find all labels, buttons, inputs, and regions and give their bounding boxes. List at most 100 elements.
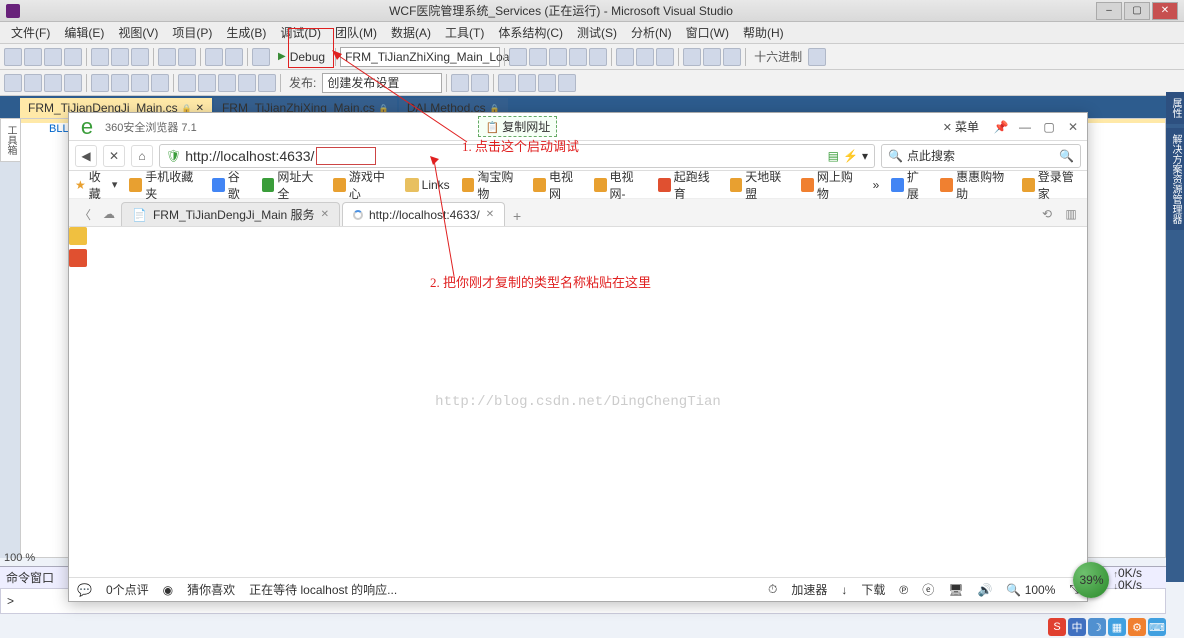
bk-5[interactable]: 淘宝购物 [462, 168, 522, 202]
tb-saveall-icon[interactable] [64, 48, 82, 66]
bk-0[interactable]: 手机收藏夹 [129, 168, 200, 202]
tb2-i19-icon[interactable] [558, 74, 576, 92]
dropdown-icon[interactable]: ▾ [862, 149, 868, 163]
menu-debug[interactable]: 调试(D) [273, 22, 328, 43]
status-comments[interactable]: 0个点评 [106, 581, 149, 598]
side-fav-star-icon[interactable] [69, 227, 87, 245]
tb2-i15-icon[interactable] [471, 74, 489, 92]
tab-list-icon[interactable]: ▥ [1059, 202, 1083, 226]
ime-kb-icon[interactable]: ⌨ [1148, 618, 1166, 636]
menu-build[interactable]: 生成(B) [219, 22, 273, 43]
bk-3[interactable]: 游戏中心 [333, 168, 393, 202]
fav-button[interactable]: ★收藏 ▾ [75, 168, 117, 202]
status-dl[interactable]: 下载 [861, 581, 885, 598]
tb2-i6-icon[interactable] [111, 74, 129, 92]
tab-restore-icon[interactable]: ⟲ [1035, 202, 1059, 226]
tb-paste-icon[interactable] [131, 48, 149, 66]
nav-back-button[interactable]: ◀ [75, 145, 97, 167]
close-tab-icon[interactable]: ✕ [486, 209, 494, 220]
nav-stop-button[interactable]: ✕ [103, 145, 125, 167]
tb2-i9-icon[interactable] [178, 74, 196, 92]
tb-open-icon[interactable] [24, 48, 42, 66]
barcode-icon[interactable]: ▤ [828, 149, 839, 163]
tb-pause2-icon[interactable] [636, 48, 654, 66]
side-fav-bag-icon[interactable] [69, 249, 87, 267]
publish-combo[interactable]: 创建发布设置 [322, 73, 442, 93]
tb-misc3-icon[interactable] [549, 48, 567, 66]
tb2-i1-icon[interactable] [4, 74, 22, 92]
search-go-icon[interactable]: 🔍 [1059, 149, 1074, 163]
new-tab-button[interactable]: + [507, 206, 527, 226]
bk-more-icon[interactable]: » [873, 178, 880, 192]
tb-nav-fwd-icon[interactable] [225, 48, 243, 66]
menu-arch[interactable]: 体系结构(C) [491, 22, 570, 43]
bk-1[interactable]: 谷歌 [212, 168, 250, 202]
bk-8[interactable]: 起跑线育 [658, 168, 718, 202]
tb-pause-icon[interactable] [252, 48, 270, 66]
tb2-i17-icon[interactable] [518, 74, 536, 92]
tb2-i5-icon[interactable] [91, 74, 109, 92]
menu-project[interactable]: 项目(P) [165, 22, 219, 43]
copy-url-button[interactable]: 📋 复制网址 [478, 116, 557, 137]
status-pc-icon[interactable]: 🖥 [948, 583, 963, 597]
tb2-i11-icon[interactable] [218, 74, 236, 92]
status-sound-icon[interactable]: 🔊 [977, 583, 992, 597]
huihui-button[interactable]: 惠惠购物助 [940, 168, 1010, 202]
menu-team[interactable]: 团队(M) [328, 22, 384, 43]
status-accel[interactable]: 加速器 [791, 581, 827, 598]
bk-10[interactable]: 网上购物 [801, 168, 861, 202]
tb2-i4-icon[interactable] [64, 74, 82, 92]
tb2-i2-icon[interactable] [24, 74, 42, 92]
tb-new-icon[interactable] [4, 48, 22, 66]
tb-misc1-icon[interactable] [509, 48, 527, 66]
solution-explorer-tab[interactable]: 解决方案资源管理器 [1166, 128, 1184, 230]
tb-play2-icon[interactable] [616, 48, 634, 66]
tb2-i14-icon[interactable] [451, 74, 469, 92]
tb2-i13-icon[interactable] [258, 74, 276, 92]
tb2-i16-icon[interactable] [498, 74, 516, 92]
tb-misc2-icon[interactable] [529, 48, 547, 66]
hex-label[interactable]: 十六进制 [750, 48, 806, 65]
tb-hex-icon[interactable] [808, 48, 826, 66]
address-bar[interactable]: 🛡 http://localhost:4633/ ▤ ⚡ ▾ [159, 144, 875, 168]
url-paste-target[interactable] [316, 147, 376, 165]
browser-min-icon[interactable]: — [1015, 117, 1035, 137]
tb2-i8-icon[interactable] [151, 74, 169, 92]
start-debug-button[interactable]: ▶ Debug [272, 50, 331, 64]
find-combo[interactable]: FRM_TiJianZhiXing_Main_Load [340, 47, 500, 67]
tb-nav-back-icon[interactable] [205, 48, 223, 66]
tb-stepover-icon[interactable] [703, 48, 721, 66]
tb-save-icon[interactable] [44, 48, 62, 66]
browser-tab-0[interactable]: 📄 FRM_TiJianDengJi_Main 服务 ✕ [121, 202, 340, 226]
tb-copy-icon[interactable] [111, 48, 129, 66]
tb-step-icon[interactable] [683, 48, 701, 66]
menu-view[interactable]: 视图(V) [111, 22, 165, 43]
close-button[interactable]: ✕ [1152, 2, 1178, 20]
tb2-i10-icon[interactable] [198, 74, 216, 92]
menu-test[interactable]: 测试(S) [570, 22, 624, 43]
nav-home-button[interactable]: ⌂ [131, 145, 153, 167]
tb-stop-icon[interactable] [656, 48, 674, 66]
status-p-icon[interactable]: ℗ [899, 583, 908, 597]
menu-window[interactable]: 窗口(W) [679, 22, 736, 43]
search-bar[interactable]: 🔍 点此搜索 🔍 [881, 144, 1081, 168]
browser-tab-1[interactable]: http://localhost:4633/ ✕ [342, 202, 505, 226]
ime-moon-icon[interactable]: ☽ [1088, 618, 1106, 636]
bk-9[interactable]: 天地联盟 [730, 168, 790, 202]
tb-undo-icon[interactable] [158, 48, 176, 66]
close-tab-icon[interactable]: ✕ [321, 209, 329, 220]
tb-misc5-icon[interactable] [589, 48, 607, 66]
tb2-i7-icon[interactable] [131, 74, 149, 92]
toolbox-tab[interactable]: 工具箱 [0, 118, 21, 162]
status-zoom-label[interactable]: 🔍 100% [1006, 583, 1055, 597]
login-mgr-button[interactable]: 登录管家 [1022, 168, 1081, 202]
menu-data[interactable]: 数据(A) [384, 22, 438, 43]
tb2-i12-icon[interactable] [238, 74, 256, 92]
bk-4[interactable]: Links [405, 178, 450, 192]
bk-6[interactable]: 电视网 [533, 168, 582, 202]
ime-grid-icon[interactable]: ▦ [1108, 618, 1126, 636]
menu-analyze[interactable]: 分析(N) [624, 22, 679, 43]
flash-icon[interactable]: ⚡ [843, 149, 858, 163]
status-like[interactable]: 猜你喜欢 [187, 581, 235, 598]
tb-stepout-icon[interactable] [723, 48, 741, 66]
